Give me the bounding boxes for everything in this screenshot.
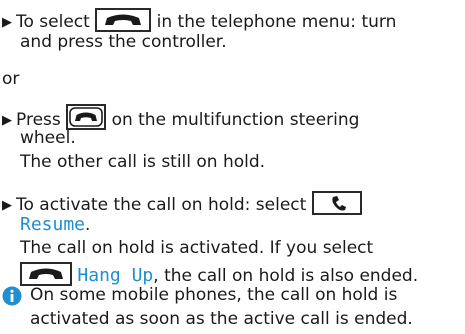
end-call-icon: [95, 8, 152, 32]
step3-result-line2: Hang Up, the call on hold is also ended.: [20, 262, 418, 287]
step-select-end-call: ▶ To select in the telephone menu: turn: [2, 8, 396, 34]
step1-pre: To select: [16, 12, 90, 32]
step2-result: The other call is still on hold.: [20, 152, 266, 172]
phone-icon: [311, 191, 362, 215]
step2-post: on the multifunction steering: [111, 110, 360, 130]
note-line2: activated as soon as the active call is …: [30, 309, 413, 329]
step3-result2: , the call on hold is also ended.: [153, 266, 419, 286]
end-call-icon: [20, 262, 72, 286]
step2-pre: Press: [16, 110, 61, 130]
end-call-steering-icon: [66, 104, 107, 130]
step1-post: in the telephone menu: turn: [156, 12, 397, 32]
resume-line: Resume.: [20, 214, 90, 236]
step3-result-line1: The call on hold is activated. If you se…: [20, 238, 374, 258]
info-icon: [2, 286, 22, 306]
note-line1: On some mobile phones, the call on hold …: [30, 285, 398, 305]
step1-continuation: and press the controller.: [20, 32, 227, 52]
bullet-arrow-icon: ▶: [2, 198, 12, 213]
bullet-arrow-icon: ▶: [2, 113, 12, 128]
bullet-arrow-icon: ▶: [2, 15, 12, 30]
step2-continuation: wheel.: [20, 128, 76, 148]
step3-pre: To activate the call on hold: select: [16, 195, 307, 215]
resume-period: .: [85, 215, 91, 235]
resume-label: Resume: [20, 214, 86, 235]
or-text: or: [2, 69, 20, 89]
hangup-label: Hang Up: [77, 265, 154, 286]
